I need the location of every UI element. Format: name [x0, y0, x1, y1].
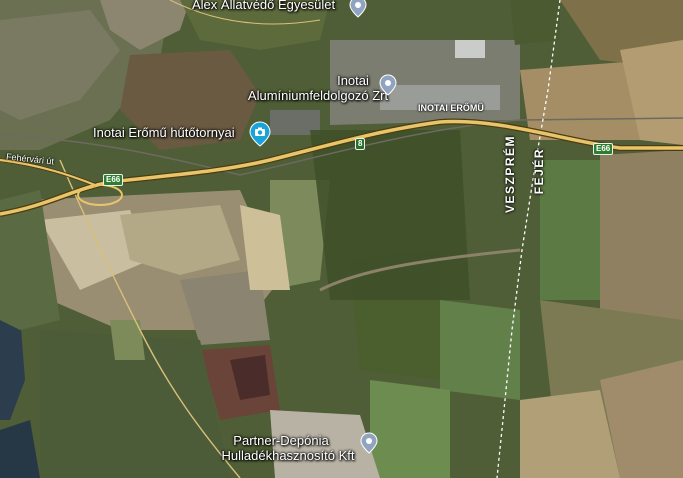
road-shield-route-8: 8 — [355, 138, 366, 150]
area-label-eromu: INOTAI ERŐMŰ — [418, 103, 484, 113]
county-label-veszprem: VESZPRÉM — [503, 135, 517, 214]
place-pin-icon[interactable] — [360, 432, 378, 454]
place-label-cooling-towers[interactable]: Inotai Erőmű hűtőtornyai — [93, 125, 235, 141]
satellite-imagery — [0, 0, 683, 478]
place-label-alex[interactable]: Alex Állatvédő Egyesület — [192, 0, 335, 13]
place-pin-icon[interactable] — [349, 0, 367, 18]
road-shield-e66-west: E66 — [103, 174, 124, 186]
place-label-line: Partner-Depónia — [233, 433, 329, 448]
place-pin-icon[interactable] — [379, 74, 397, 96]
place-label-line: Hulladékhasznosító Kft — [221, 447, 355, 463]
county-label-fejer: FEJÉR — [532, 148, 546, 195]
road-shield-e66-east: E66 — [593, 143, 614, 155]
camera-pin-icon[interactable] — [249, 121, 271, 147]
satellite-map[interactable]: Alex Állatvédő Egyesület Inotai Alumíniu… — [0, 0, 683, 478]
place-label-partner-deponia[interactable]: Partner-Depónia Hulladékhasznosító Kft — [198, 433, 378, 464]
